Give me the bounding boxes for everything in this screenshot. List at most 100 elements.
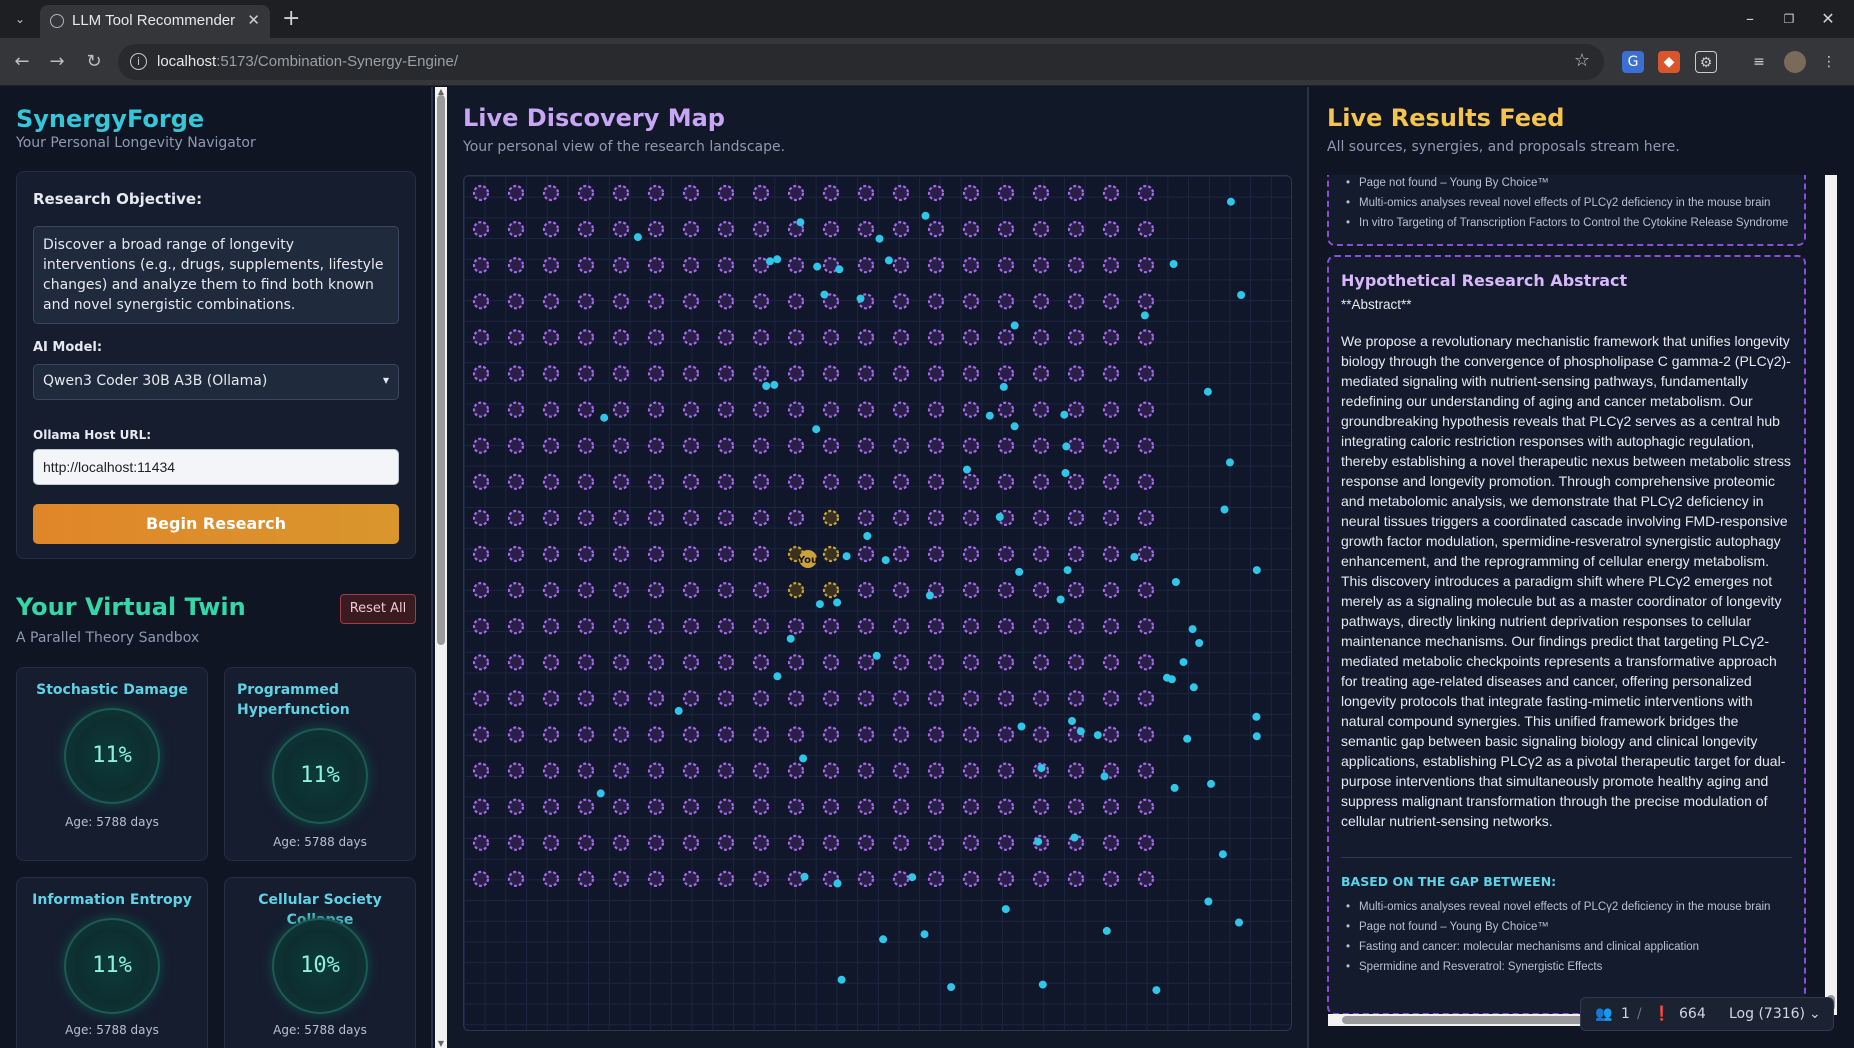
map-node[interactable] [1032, 401, 1050, 418]
map-node[interactable] [472, 834, 490, 851]
scroll-down-icon[interactable]: ▼ [435, 1039, 447, 1048]
map-node[interactable] [857, 257, 875, 274]
map-node[interactable] [927, 220, 945, 238]
map-node[interactable] [612, 654, 630, 671]
map-node[interactable] [1102, 618, 1120, 635]
source-item[interactable]: Multi-omics analyses reveal novel effect… [1343, 193, 1792, 213]
map-node[interactable] [997, 762, 1015, 779]
map-node[interactable] [1032, 582, 1050, 599]
map-node[interactable] [1102, 798, 1120, 815]
map-node[interactable] [892, 329, 910, 346]
map-node[interactable] [577, 365, 595, 382]
map-node[interactable] [682, 509, 700, 526]
restore-icon[interactable]: ❐ [1778, 8, 1800, 30]
map-node[interactable] [752, 834, 770, 851]
map-node[interactable] [1137, 184, 1155, 202]
map-node[interactable] [1032, 690, 1050, 707]
map-node[interactable] [962, 184, 980, 202]
map-node[interactable] [682, 220, 700, 238]
map-node[interactable] [717, 473, 735, 490]
map-node[interactable] [682, 365, 700, 382]
map-node[interactable] [787, 184, 805, 202]
map-node[interactable] [1137, 509, 1155, 526]
feed-hscroll-thumb[interactable] [1342, 1016, 1612, 1024]
map-node[interactable] [1067, 762, 1085, 779]
extensions-puzzle-icon[interactable]: ⚙ [1695, 51, 1717, 73]
map-node[interactable] [647, 545, 665, 563]
map-node[interactable] [577, 545, 595, 563]
map-node[interactable] [647, 762, 665, 779]
map-node[interactable] [997, 726, 1015, 743]
map-node[interactable] [927, 690, 945, 707]
map-node[interactable] [682, 401, 700, 418]
map-node[interactable] [997, 690, 1015, 707]
map-node[interactable] [1102, 293, 1120, 310]
map-node[interactable] [1032, 509, 1050, 526]
map-node[interactable] [857, 329, 875, 346]
map-node[interactable] [927, 365, 945, 382]
map-node[interactable] [507, 834, 525, 851]
map-node[interactable] [1067, 473, 1085, 490]
map-node[interactable] [507, 654, 525, 671]
map-node[interactable] [962, 509, 980, 526]
reset-all-button[interactable]: Reset All [340, 594, 416, 624]
map-node[interactable] [997, 257, 1015, 274]
map-node[interactable] [892, 473, 910, 490]
map-node[interactable] [787, 762, 805, 779]
map-node[interactable] [647, 509, 665, 526]
map-node[interactable] [542, 834, 560, 851]
map-node[interactable] [822, 473, 840, 490]
map-node[interactable] [1067, 329, 1085, 346]
map-node[interactable] [892, 437, 910, 454]
map-node[interactable] [822, 184, 840, 202]
map-node[interactable] [1102, 654, 1120, 671]
map-node[interactable] [717, 293, 735, 310]
map-node[interactable] [822, 545, 840, 563]
map-node[interactable] [542, 690, 560, 707]
map-node[interactable] [892, 509, 910, 526]
map-node[interactable] [752, 545, 770, 563]
map-node[interactable] [717, 654, 735, 671]
map-node[interactable] [612, 365, 630, 382]
map-node[interactable] [1137, 582, 1155, 599]
map-node[interactable] [507, 582, 525, 599]
map-node[interactable] [717, 365, 735, 382]
map-node[interactable] [577, 870, 595, 888]
source-item[interactable]: In vitro Targeting of Transcription Fact… [1343, 213, 1792, 233]
map-node[interactable] [612, 798, 630, 815]
map-node[interactable] [1032, 437, 1050, 454]
map-node[interactable] [892, 220, 910, 238]
map-node[interactable] [787, 509, 805, 526]
map-node[interactable] [822, 401, 840, 418]
map-node[interactable] [1102, 690, 1120, 707]
map-node[interactable] [822, 509, 840, 526]
map-node[interactable] [1137, 220, 1155, 238]
site-info-icon[interactable]: i [130, 53, 147, 70]
map-node[interactable] [577, 726, 595, 743]
map-node[interactable] [822, 365, 840, 382]
map-node[interactable] [962, 293, 980, 310]
chevron-down-icon[interactable]: ⌄ [1809, 1006, 1821, 1022]
map-node[interactable] [1137, 293, 1155, 310]
map-node[interactable] [577, 293, 595, 310]
map-node[interactable] [857, 726, 875, 743]
map-node[interactable] [612, 582, 630, 599]
map-node[interactable] [1137, 365, 1155, 382]
forward-icon[interactable]: → [45, 50, 69, 74]
map-node[interactable] [892, 257, 910, 274]
map-node[interactable] [717, 437, 735, 454]
map-node[interactable] [472, 762, 490, 779]
new-tab-icon[interactable]: + [282, 6, 300, 32]
map-node[interactable] [1032, 293, 1050, 310]
map-node[interactable] [682, 184, 700, 202]
map-node[interactable] [787, 365, 805, 382]
map-node[interactable] [927, 437, 945, 454]
map-node[interactable] [962, 762, 980, 779]
map-node[interactable] [752, 726, 770, 743]
map-node[interactable] [647, 582, 665, 599]
map-node[interactable] [857, 870, 875, 888]
map-node[interactable] [542, 401, 560, 418]
map-node[interactable] [542, 582, 560, 599]
map-node[interactable] [507, 509, 525, 526]
map-node[interactable] [647, 473, 665, 490]
